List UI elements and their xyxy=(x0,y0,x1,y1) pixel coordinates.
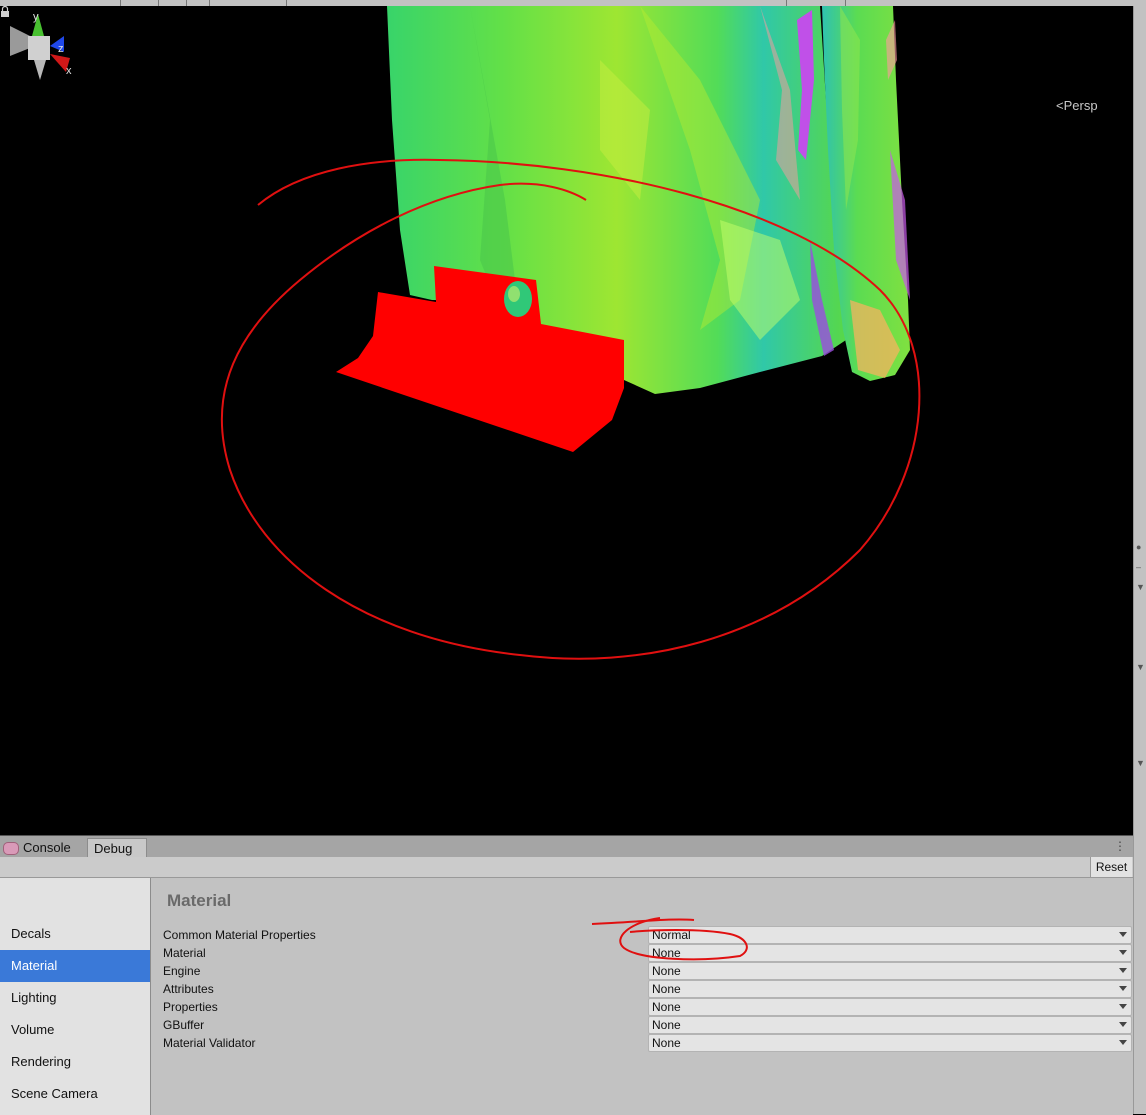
property-row: GBuffer None xyxy=(163,1016,1132,1034)
property-label: Properties xyxy=(163,1000,218,1014)
panel-menu-icon[interactable]: ⋮ xyxy=(1114,840,1126,852)
persp-arrow-icon: < xyxy=(1056,98,1064,113)
property-row: Properties None xyxy=(163,998,1132,1016)
sidebar-item-decals[interactable]: Decals xyxy=(0,918,150,950)
chevron-down-icon xyxy=(1119,1004,1127,1009)
scene-render xyxy=(220,6,921,660)
debug-panel: Console Debug ⋮ Reset Decals Material Li… xyxy=(0,835,1133,1115)
camera-mode-label[interactable]: <Persp xyxy=(1056,98,1098,113)
chevron-down-icon xyxy=(1119,1022,1127,1027)
right-edge-strip: ● – ▼ ▼ ▼ xyxy=(1133,6,1146,1114)
gbuffer-dropdown[interactable]: None xyxy=(648,1016,1132,1034)
chevron-down-icon xyxy=(1119,986,1127,991)
property-row: Attributes None xyxy=(163,980,1132,998)
property-row: Common Material Properties Normal xyxy=(163,926,1132,944)
properties-dropdown[interactable]: None xyxy=(648,998,1132,1016)
debug-toolbar: Reset xyxy=(0,857,1133,878)
sidebar-item-lighting[interactable]: Lighting xyxy=(0,982,150,1014)
property-label: Material xyxy=(163,946,206,960)
attributes-dropdown[interactable]: None xyxy=(648,980,1132,998)
tab-bar: Console Debug ⋮ xyxy=(0,836,1133,858)
sidebar-item-scene-camera[interactable]: Scene Camera xyxy=(0,1078,150,1110)
sidebar-item-material[interactable]: Material xyxy=(0,950,150,982)
property-label: Material Validator xyxy=(163,1036,256,1050)
property-row: Engine None xyxy=(163,962,1132,980)
axis-x-label: x xyxy=(66,65,72,77)
section-title: Material xyxy=(167,891,232,910)
axis-y-label: y xyxy=(33,11,39,23)
property-label: GBuffer xyxy=(163,1018,205,1032)
property-label: Attributes xyxy=(163,982,214,996)
material-dropdown[interactable]: None xyxy=(648,944,1132,962)
engine-dropdown[interactable]: None xyxy=(648,962,1132,980)
material-validator-dropdown[interactable]: None xyxy=(648,1034,1132,1052)
chevron-down-icon xyxy=(1119,932,1127,937)
material-settings: Material Common Material Properties Norm… xyxy=(151,878,1133,1115)
tab-console[interactable]: Console xyxy=(0,838,86,857)
tab-debug[interactable]: Debug xyxy=(87,838,147,858)
orientation-gizmo[interactable]: y z x xyxy=(0,6,80,86)
chevron-down-icon xyxy=(1119,950,1127,955)
property-label: Common Material Properties xyxy=(163,928,316,942)
common-material-properties-dropdown[interactable]: Normal xyxy=(648,926,1132,944)
property-row: Material Validator None xyxy=(163,1034,1132,1052)
property-row: Material None xyxy=(163,944,1132,962)
reset-button[interactable]: Reset xyxy=(1090,857,1132,877)
lock-icon[interactable] xyxy=(0,6,10,18)
sidebar-item-volume[interactable]: Volume xyxy=(0,1014,150,1046)
chevron-down-icon xyxy=(1119,1040,1127,1045)
chevron-down-icon xyxy=(1119,968,1127,973)
debug-sidebar: Decals Material Lighting Volume Renderin… xyxy=(0,878,151,1115)
console-icon xyxy=(3,842,19,855)
axis-z-label: z xyxy=(58,43,64,55)
sidebar-item-rendering[interactable]: Rendering xyxy=(0,1046,150,1078)
property-label: Engine xyxy=(163,964,201,978)
scene-view[interactable]: y z x <Persp xyxy=(0,6,1133,835)
